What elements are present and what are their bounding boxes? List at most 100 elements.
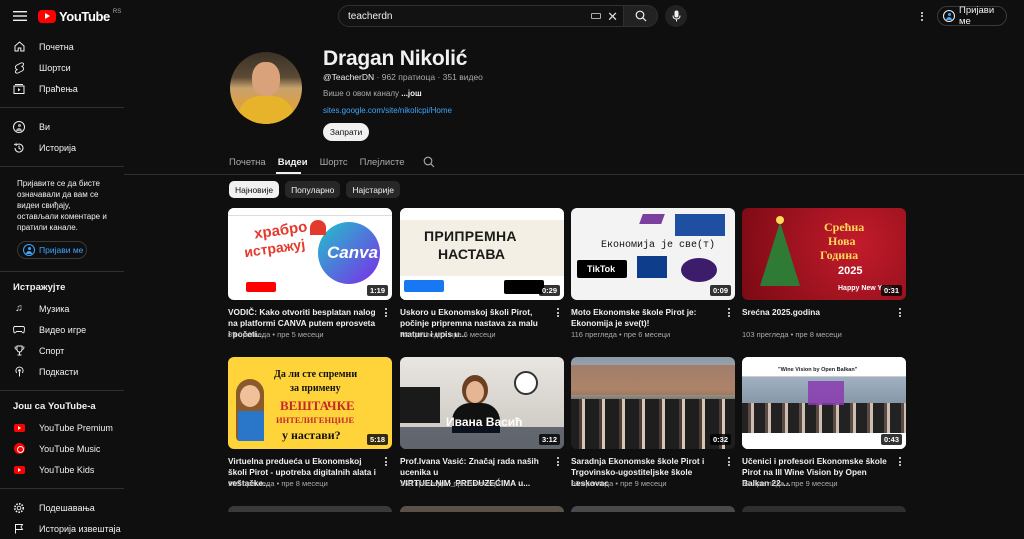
channel-tabs: Почетна Видеи Шортс Плејлисте	[229, 150, 435, 174]
video-thumbnail[interactable]: Срећна Нова Година 2025 Happy New Year 0…	[742, 208, 906, 300]
sidebar-item-label: Почетна	[39, 41, 74, 52]
sidebar-item-gaming[interactable]: Видео игре	[0, 319, 124, 340]
tab-playlists[interactable]: Плејлисте	[360, 150, 417, 174]
video-duration: 3:12	[538, 434, 560, 445]
chip-oldest[interactable]: Најстарије	[346, 181, 401, 198]
thumb-text: Ивана Васић	[446, 415, 523, 429]
history-icon	[13, 142, 25, 154]
video-menu-icon[interactable]	[898, 457, 902, 467]
sidebar-item-label: Историја извештаја	[39, 523, 121, 534]
sidebar-item-label: Подешавања	[39, 502, 95, 513]
chip-newest[interactable]: Најновије	[229, 181, 280, 198]
sidebar-item-you[interactable]: Ви	[0, 116, 124, 137]
channel-search-icon[interactable]	[423, 156, 435, 168]
video-thumbnail-partial[interactable]	[400, 506, 564, 512]
view-count: 73 прегледа	[400, 330, 443, 339]
video-meta: 63 прегледа • пре 9 месеци	[742, 479, 838, 488]
sidebar-signin-button[interactable]: Пријави ме	[17, 241, 87, 259]
thumb-text: НАСТАВА	[438, 246, 505, 262]
sidebar-item-label: Спорт	[39, 345, 65, 356]
sidebar-item-youtube-kids[interactable]: YouTube Kids	[0, 459, 124, 480]
sidebar: Почетна Шортси Праћења Ви Историја Прија…	[0, 32, 124, 534]
channel-avatar[interactable]	[230, 52, 302, 124]
video-menu-icon[interactable]	[384, 308, 388, 318]
keyboard-icon[interactable]	[591, 13, 602, 19]
home-icon	[13, 41, 25, 53]
video-menu-icon[interactable]	[727, 308, 731, 318]
channel-about[interactable]: Више о овом каналу ...још	[323, 89, 422, 98]
video-duration: 0:09	[709, 285, 731, 296]
video-menu-icon[interactable]	[727, 457, 731, 467]
video-menu-icon[interactable]	[384, 457, 388, 467]
upload-age: пре 6 месеци	[623, 330, 671, 339]
sidebar-item-subscriptions[interactable]: Праћења	[0, 78, 124, 99]
video-meta: 96 прегледа • пре 9 месеци	[571, 479, 667, 488]
video-thumbnail[interactable]: храбро истражуј Canva 1:19	[228, 208, 392, 300]
more-from-youtube-heading: Још са YouTube-а	[13, 400, 96, 412]
trophy-icon	[13, 345, 25, 357]
podcast-icon	[13, 366, 25, 378]
video-thumbnail-partial[interactable]	[742, 506, 906, 512]
video-duration: 0:31	[880, 285, 902, 296]
video-thumbnail[interactable]: ПРИПРЕМНА НАСТАВА 0:29	[400, 208, 564, 300]
sidebar-item-report-history[interactable]: Историја извештаја	[0, 518, 124, 539]
signin-button[interactable]: Пријави ме	[937, 5, 1007, 27]
signin-prompt-text: Пријавите се да бисте означавали да вам …	[17, 179, 107, 232]
sidebar-item-settings[interactable]: Подешавања	[0, 497, 124, 518]
video-thumbnail-partial[interactable]	[228, 506, 392, 512]
video-menu-icon[interactable]	[556, 457, 560, 467]
about-more-link[interactable]: ...још	[401, 89, 421, 98]
video-menu-icon[interactable]	[556, 308, 560, 318]
search-button[interactable]	[624, 5, 658, 27]
sidebar-item-label: Подкасти	[39, 366, 79, 377]
thumb-text: Економија је све(т)	[601, 240, 716, 251]
video-thumbnail[interactable]: Да ли сте спремни за примену ВЕШТАЧКЕ ИН…	[228, 357, 392, 449]
sidebar-item-history[interactable]: Историја	[0, 137, 124, 158]
menu-icon[interactable]	[4, 0, 36, 32]
view-count: 63 прегледа	[742, 479, 785, 488]
upload-age: пре 8 месеци	[281, 479, 328, 488]
youtube-logo[interactable]: YouTube RS	[38, 9, 121, 24]
sidebar-item-music[interactable]: ♫ Музика	[0, 298, 124, 319]
sidebar-item-shorts[interactable]: Шортси	[0, 57, 124, 78]
chip-popular[interactable]: Популарно	[285, 181, 341, 198]
voice-search-button[interactable]	[665, 5, 687, 27]
settings-kebab-icon[interactable]	[914, 8, 930, 24]
video-thumbnail-partial[interactable]	[571, 506, 735, 512]
tab-videos[interactable]: Видеи	[278, 150, 320, 174]
thumb-text: за примену	[290, 383, 341, 394]
channel-page: Dragan Nikolić @TeacherDN · 962 пратиоца…	[124, 32, 1024, 512]
sidebar-item-sports[interactable]: Спорт	[0, 340, 124, 361]
clear-search-icon[interactable]: ✕	[607, 10, 618, 23]
video-thumbnail[interactable]: Економија је све(т) TikTok 0:09	[571, 208, 735, 300]
video-menu-icon[interactable]	[898, 308, 902, 318]
sidebar-item-home[interactable]: Почетна	[0, 36, 124, 57]
thumb-text: Да ли сте спремни	[274, 369, 358, 380]
sidebar-item-label: Шортси	[39, 62, 71, 73]
tab-shorts[interactable]: Шортс	[320, 150, 360, 174]
tab-home[interactable]: Почетна	[229, 150, 278, 174]
channel-link[interactable]: sites.google.com/site/nikolicpi/Home	[323, 106, 452, 115]
search-input[interactable]: teacherdn ✕	[338, 5, 624, 27]
video-duration: 5:18	[366, 434, 388, 445]
view-count: 103 прегледа	[742, 330, 789, 339]
shorts-icon	[13, 61, 25, 74]
video-title[interactable]: Srećna 2025.godina	[742, 307, 890, 318]
sidebar-item-podcasts[interactable]: Подкасти	[0, 361, 124, 382]
sidebar-item-youtube-premium[interactable]: YouTube Premium	[0, 417, 124, 438]
video-duration: 1:19	[366, 285, 388, 296]
sidebar-item-youtube-music[interactable]: YouTube Music	[0, 438, 124, 459]
upload-age: пре 8 месеци	[795, 330, 842, 339]
video-thumbnail[interactable]: "Wine Vision by Open Balkan" 0:43	[742, 357, 906, 449]
video-thumbnail[interactable]: Ивана Васић 3:12	[400, 357, 564, 449]
channel-handle: @TeacherDN	[323, 72, 375, 82]
video-thumbnail[interactable]: 0:32	[571, 357, 735, 449]
subscribe-button[interactable]: Запрати	[323, 123, 369, 141]
signin-label: Пријави ме	[959, 5, 995, 27]
explore-heading: Истражујте	[13, 281, 66, 293]
flag-icon	[13, 523, 25, 535]
video-title[interactable]: Moto Ekonomske škole Pirot je: Ekonomija…	[571, 307, 719, 329]
video-meta: 105 прегледа • пре 8 месеци	[228, 479, 328, 488]
youtube-logo-icon	[38, 9, 56, 23]
sidebar-item-label: YouTube Kids	[39, 464, 95, 475]
